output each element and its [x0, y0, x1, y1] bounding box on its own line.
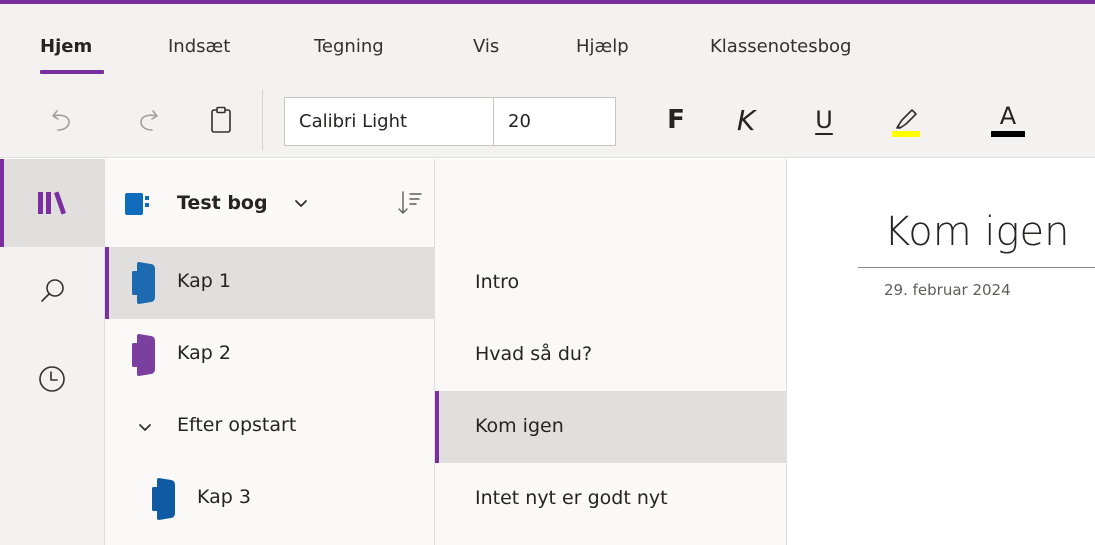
italic-button[interactable]: K	[728, 96, 764, 144]
sort-icon[interactable]	[397, 189, 423, 217]
sections-pane: Test bog Kap 1 Kap 2 Efter opstart Kap 3	[105, 159, 435, 545]
notebook-title: Test bog	[177, 192, 268, 214]
page-label: Kom igen	[475, 415, 564, 437]
notebook-header[interactable]: Test bog	[105, 159, 435, 247]
navigation-rail	[0, 159, 105, 545]
active-tab-indicator	[40, 70, 104, 74]
redo-button[interactable]	[124, 96, 172, 144]
rail-active-indicator	[0, 159, 4, 247]
section-kap-3[interactable]: Kap 3	[105, 463, 435, 535]
redo-icon	[140, 110, 158, 131]
tab-hjaelp[interactable]: Hjælp	[576, 36, 629, 57]
undo-icon	[52, 110, 70, 131]
section-tab-icon	[132, 334, 155, 376]
page-intet-nyt[interactable]: Intet nyt er godt nyt	[435, 463, 786, 535]
clipboard-icon	[211, 106, 231, 133]
notebook-icon	[125, 193, 149, 215]
tab-klassenotesbog[interactable]: Klassenotesbog	[710, 36, 851, 57]
pages-pane: Intro Hvad så du? Kom igen Intet nyt er …	[435, 159, 787, 545]
tab-indsaet[interactable]: Indsæt	[168, 36, 230, 57]
page-label: Intet nyt er godt nyt	[475, 487, 668, 509]
search-icon	[41, 279, 64, 302]
font-picker: Calibri Light 20	[284, 97, 616, 146]
notebooks-icon	[38, 191, 66, 215]
page-title[interactable]: Kom igen	[884, 209, 1069, 255]
rail-recent-button[interactable]	[0, 335, 104, 423]
section-tab-icon	[132, 262, 155, 304]
page-date: 29. februar 2024	[884, 281, 1011, 299]
undo-button[interactable]	[38, 96, 86, 144]
page-label: Intro	[475, 271, 520, 293]
section-active-indicator	[105, 247, 109, 319]
recent-icon	[39, 366, 65, 392]
tab-tegning[interactable]: Tegning	[314, 36, 384, 57]
section-label: Kap 1	[177, 270, 231, 292]
page-hvad-saa-du[interactable]: Hvad så du?	[435, 319, 786, 391]
font-color-button[interactable]: A	[984, 96, 1032, 144]
page-intro[interactable]: Intro	[435, 247, 786, 319]
section-label: Kap 3	[197, 486, 251, 508]
chevron-down-icon	[139, 424, 151, 431]
toolbar-separator	[262, 90, 263, 150]
page-label: Hvad så du?	[475, 343, 593, 365]
font-name-field[interactable]: Calibri Light	[285, 98, 494, 145]
ribbon: Hjem Indsæt Tegning Vis Hjælp Klassenote…	[0, 4, 1095, 158]
underline-button[interactable]: U	[806, 96, 842, 144]
font-color-swatch	[991, 131, 1025, 137]
section-group-efter-opstart[interactable]: Efter opstart	[105, 391, 435, 463]
highlighter-icon	[892, 109, 920, 137]
page-kom-igen[interactable]: Kom igen	[435, 391, 786, 463]
highlight-button[interactable]	[882, 96, 930, 144]
tab-vis[interactable]: Vis	[473, 36, 499, 57]
page-canvas[interactable]: Kom igen 29. februar 2024	[788, 159, 1095, 545]
section-kap-2[interactable]: Kap 2	[105, 319, 435, 391]
rail-notebooks-button[interactable]	[0, 159, 104, 247]
section-label: Kap 2	[177, 342, 231, 364]
tab-hjem[interactable]: Hjem	[40, 36, 92, 57]
chevron-down-icon	[295, 200, 307, 207]
page-active-indicator	[435, 391, 439, 463]
title-underline	[858, 267, 1095, 268]
section-tab-icon	[152, 478, 175, 520]
paste-button[interactable]	[197, 96, 245, 144]
font-size-field[interactable]: 20	[494, 98, 615, 145]
section-group-label: Efter opstart	[177, 414, 297, 436]
font-color-icon: A	[999, 102, 1017, 130]
bold-button[interactable]: F	[658, 96, 694, 144]
rail-search-button[interactable]	[0, 247, 104, 335]
section-kap-1[interactable]: Kap 1	[105, 247, 435, 319]
